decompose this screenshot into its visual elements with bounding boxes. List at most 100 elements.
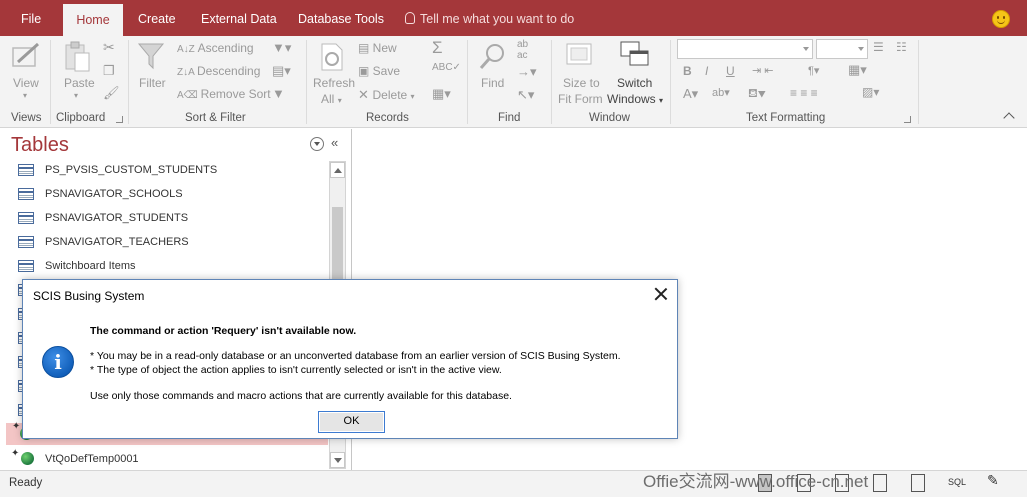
descending-button[interactable]: Z↓A Descending (177, 64, 260, 78)
cut-icon[interactable]: ✂ (103, 39, 115, 56)
go-to-arrow-icon[interactable]: →▾ (517, 64, 537, 80)
separator (306, 40, 307, 124)
copy-icon[interactable]: ❐ (103, 63, 115, 79)
table-icon (18, 236, 34, 248)
bold-icon[interactable]: B (683, 64, 692, 78)
tell-me-box[interactable]: Tell me what you want to do (405, 0, 574, 36)
totals-sigma-icon[interactable]: Σ (432, 38, 443, 58)
size-to-fit-button[interactable]: Size to (563, 76, 600, 90)
alternate-row-color-icon[interactable]: ▨▾ (862, 85, 879, 99)
paragraph-direction-icon[interactable]: ¶▾ (808, 64, 819, 77)
layout-view-icon[interactable] (873, 474, 887, 492)
font-name-combo[interactable] (677, 39, 813, 59)
design-pencil-icon[interactable]: ✎ (987, 472, 999, 490)
fit-form-label: Fit Form (558, 92, 603, 106)
link-arrow-icon: ✦ (12, 421, 21, 432)
selection-filter-icon[interactable]: ▼▾ (272, 40, 291, 56)
ribbon-tab-bar: File Home Create External Data Database … (0, 0, 1027, 40)
save-record-label: Save (372, 64, 401, 78)
indent-icons[interactable]: ⇥ ⇤ (752, 64, 774, 77)
replace-icon[interactable]: ab ac (517, 39, 528, 61)
separator (670, 40, 671, 124)
table-icon (18, 260, 34, 272)
nav-item-table[interactable]: PS_PVSIS_CUSTOM_STUDENTS (18, 161, 328, 181)
refresh-icon (321, 43, 343, 71)
shutter-bar-collapse-icon[interactable]: « (331, 135, 338, 150)
collapse-ribbon-icon[interactable] (1003, 112, 1015, 124)
highlight-icon[interactable]: ab▾ (712, 86, 730, 99)
sql-view-button[interactable]: SQL (948, 477, 966, 495)
refresh-all-label: All (321, 92, 335, 106)
toggle-filter-icon[interactable]: ▼ (272, 86, 285, 101)
switch-windows-dropdown[interactable]: Windows ▾ (607, 92, 663, 106)
find-group-label: Find (498, 112, 521, 124)
ascending-button[interactable]: A↓Z Ascending (177, 41, 254, 55)
dialog-bullet-1: * You may be in a read-only database or … (90, 350, 621, 362)
find-button[interactable]: Find (481, 76, 504, 90)
scroll-up-icon[interactable] (330, 162, 345, 178)
tab-create[interactable]: Create (138, 0, 176, 36)
numbering-icon[interactable]: ☷ (896, 40, 907, 54)
separator (467, 40, 468, 124)
filter-button[interactable]: Filter (139, 76, 166, 90)
tab-file[interactable]: File (21, 0, 41, 36)
scroll-down-icon[interactable] (330, 452, 345, 468)
refresh-button[interactable]: Refresh (313, 76, 355, 90)
paste-button[interactable]: Paste (64, 76, 95, 90)
spelling-icon[interactable]: ABC✓ (432, 62, 461, 73)
nav-pane-title[interactable]: Tables (11, 134, 69, 157)
error-dialog: SCIS Busing System i The command or acti… (22, 279, 678, 439)
clipboard-launcher-icon[interactable] (116, 116, 123, 123)
feedback-smiley-icon[interactable] (992, 10, 1010, 28)
tab-home[interactable]: Home (63, 4, 123, 40)
save-record-button[interactable]: ▣ Save (358, 64, 400, 78)
size-to-fit-icon (566, 43, 592, 65)
more-records-icon[interactable]: ▦▾ (432, 86, 451, 102)
underline-icon[interactable]: U (726, 64, 735, 78)
delete-x-icon: ✕ (358, 87, 373, 102)
nav-item-label: Switchboard Items (45, 260, 136, 272)
new-record-button[interactable]: ▤ New (358, 41, 397, 55)
close-icon[interactable] (653, 286, 669, 302)
format-painter-icon[interactable]: 🖌 (103, 85, 120, 101)
information-icon: i (42, 346, 74, 378)
tab-external-data[interactable]: External Data (201, 0, 277, 36)
remove-sort-label: Remove Sort (200, 87, 271, 101)
nav-item-linked-table[interactable]: ✦ VtQoDefTemp0001 (11, 448, 328, 470)
paste-dropdown-arrow-icon[interactable]: ▾ (74, 91, 78, 100)
text-formatting-launcher-icon[interactable] (904, 116, 911, 123)
font-size-combo[interactable] (816, 39, 868, 59)
gridlines-icon[interactable]: ▦▾ (848, 62, 867, 78)
nav-item-table[interactable]: PSNAVIGATOR_SCHOOLS (18, 185, 328, 205)
italic-icon[interactable]: I (705, 64, 708, 78)
align-icons[interactable]: ≡ ≡ ≡ (790, 86, 818, 100)
sort-descending-icon: Z↓A (177, 67, 198, 78)
view-button[interactable]: View (13, 76, 39, 90)
bullets-icon[interactable]: ☰ (873, 40, 884, 54)
refresh-all-button[interactable]: All ▾ (321, 92, 342, 106)
nav-item-table[interactable]: PSNAVIGATOR_STUDENTS (18, 209, 328, 229)
nav-item-table[interactable]: Switchboard Items (18, 257, 328, 277)
nav-item-table[interactable]: PSNAVIGATOR_TEACHERS (18, 233, 328, 253)
fill-color-icon[interactable]: ⛾▾ (748, 86, 766, 102)
font-color-icon[interactable]: A▾ (683, 86, 698, 102)
remove-sort-button[interactable]: A⌫ Remove Sort (177, 87, 271, 101)
select-cursor-icon[interactable]: ↖▾ (517, 87, 534, 103)
windows-dropdown-icon: ▾ (659, 96, 664, 105)
find-magnifier-icon (479, 44, 504, 69)
descending-label: Descending (197, 64, 261, 78)
advanced-filter-icon[interactable]: ▤▾ (272, 63, 291, 79)
nav-pane-menu-icon[interactable] (310, 137, 324, 151)
paste-icon (65, 41, 90, 72)
switch-windows-button[interactable]: Switch (617, 76, 652, 90)
view-dropdown-arrow-icon[interactable]: ▾ (23, 91, 27, 100)
delete-record-button[interactable]: ✕ Delete ▾ (358, 87, 415, 103)
dialog-bullet-2: * The type of object the action applies … (90, 364, 502, 376)
ok-button[interactable]: OK (318, 411, 385, 433)
tab-database-tools[interactable]: Database Tools (298, 0, 384, 36)
window-group-label: Window (589, 112, 630, 124)
remove-sort-icon: A⌫ (177, 90, 201, 101)
status-text: Ready (9, 477, 43, 489)
design-view-status-icon[interactable] (911, 474, 925, 492)
separator (128, 40, 129, 124)
